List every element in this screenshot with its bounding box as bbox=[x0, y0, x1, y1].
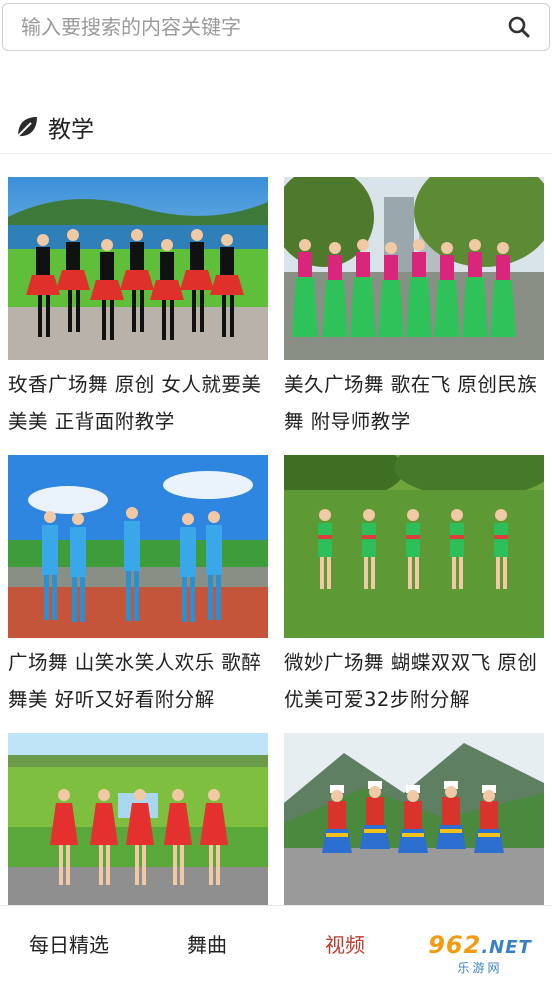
watermark-number: 962 bbox=[428, 930, 482, 959]
video-thumbnail bbox=[8, 177, 268, 360]
leaf-icon bbox=[17, 116, 37, 137]
nav-tab-dance-music[interactable]: 舞曲 bbox=[138, 929, 276, 958]
search-bar bbox=[2, 3, 550, 51]
video-card[interactable]: 玫香广场舞 原创 女人就要美美美 正背面附教学 bbox=[8, 177, 268, 440]
video-card[interactable]: 广场舞 山笑水笑人欢乐 歌醉舞美 好听又好看附分解 bbox=[8, 455, 268, 718]
search-input[interactable] bbox=[3, 4, 489, 50]
video-thumbnail bbox=[8, 455, 268, 638]
video-thumbnail bbox=[8, 733, 268, 916]
site-watermark: 962.NET 乐游网 bbox=[412, 930, 548, 976]
video-thumbnail bbox=[284, 455, 544, 638]
section-title: 教学 bbox=[48, 116, 94, 143]
video-title: 玫香广场舞 原创 女人就要美美美 正背面附教学 bbox=[8, 373, 262, 433]
video-thumbnail bbox=[284, 177, 544, 360]
video-title: 美久广场舞 歌在飞 原创民族舞 附导师教学 bbox=[284, 373, 538, 433]
video-card[interactable]: 美久广场舞 歌在飞 原创民族舞 附导师教学 bbox=[284, 177, 544, 440]
section-header: 教学 bbox=[0, 100, 552, 154]
search-icon bbox=[508, 16, 530, 38]
watermark-net: .NET bbox=[481, 936, 532, 958]
watermark-site-name: 乐游网 bbox=[457, 960, 503, 975]
nav-tab-daily-picks[interactable]: 每日精选 bbox=[0, 929, 138, 958]
video-card[interactable]: 微妙广场舞 蝴蝶双双飞 原创优美可爱32步附分解 bbox=[284, 455, 544, 718]
video-title: 广场舞 山笑水笑人欢乐 歌醉舞美 好听又好看附分解 bbox=[8, 651, 262, 711]
video-thumbnail bbox=[284, 733, 544, 916]
nav-tab-video[interactable]: 视频 bbox=[276, 929, 414, 958]
video-title: 微妙广场舞 蝴蝶双双飞 原创优美可爱32步附分解 bbox=[284, 651, 538, 711]
search-button[interactable] bbox=[489, 4, 549, 50]
